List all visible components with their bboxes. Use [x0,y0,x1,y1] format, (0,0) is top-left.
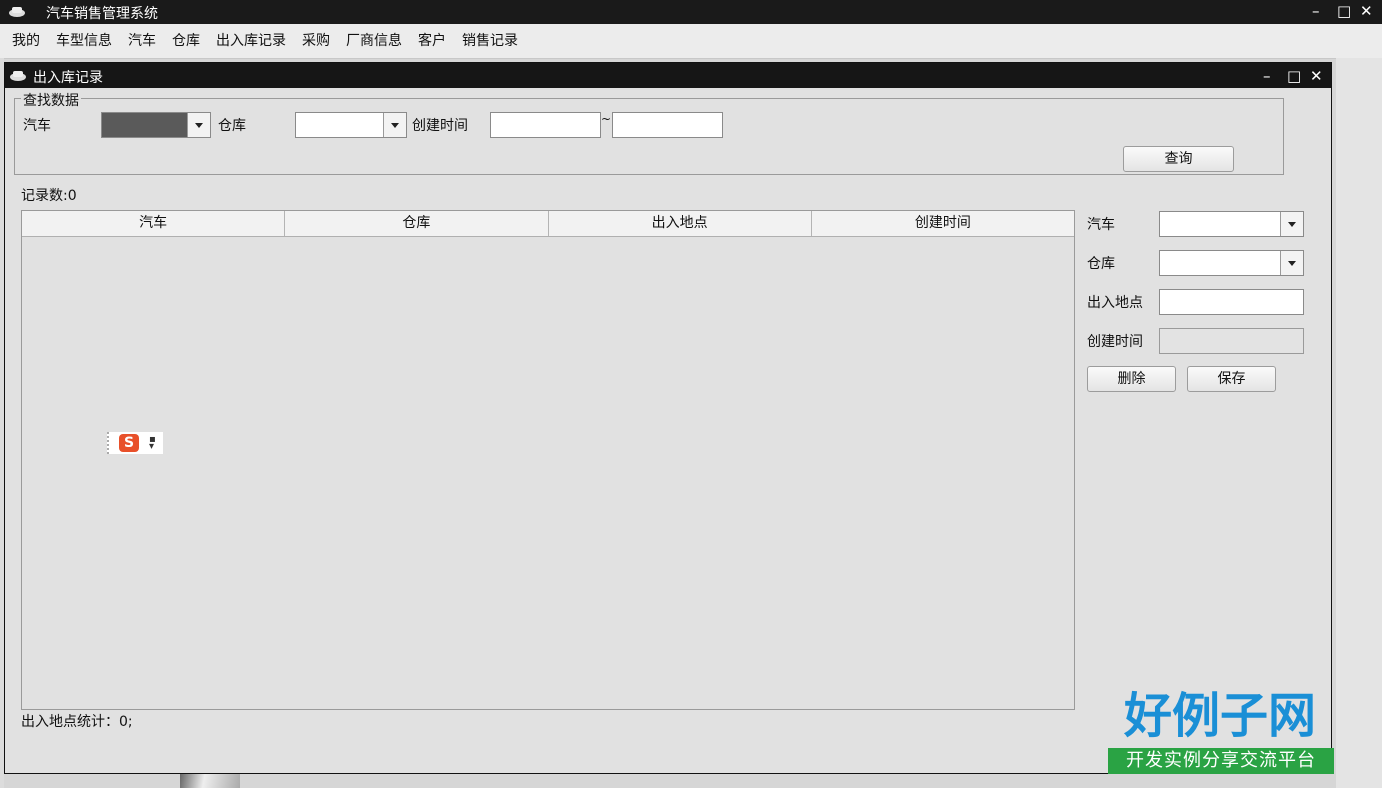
ime-menu-icon[interactable]: ▪ ▾ [149,435,156,452]
delete-button[interactable]: 删除 [1087,366,1176,392]
watermark-title: 好例子网 [1123,688,1316,744]
inner-minimize-button[interactable]: – [1263,67,1271,85]
search-warehouse-label: 仓库 [218,118,246,134]
chevron-down-icon[interactable] [187,113,210,137]
search-car-label: 汽车 [23,118,51,134]
menu-item-mine[interactable]: 我的 [4,24,48,58]
column-header-car[interactable]: 汽车 [22,211,286,236]
column-header-warehouse[interactable]: 仓库 [285,211,549,236]
form-created-input [1159,328,1304,354]
app-title: 汽车销售管理系统 [46,6,158,22]
app-icon [9,7,25,17]
date-range-separator: ~ [601,112,612,126]
column-header-location[interactable]: 出入地点 [549,211,812,236]
desktop-background [180,774,240,788]
record-count: 记录数:0 [21,188,77,204]
chevron-down-icon[interactable] [1280,251,1303,275]
column-header-created[interactable]: 创建时间 [812,211,1074,236]
search-panel: 查找数据 汽车 仓库 创建时间 ~ 查询 [14,90,1284,175]
records-table[interactable]: 汽车 仓库 出入地点 创建时间 [21,210,1075,710]
sogou-ime-icon[interactable]: S [119,434,139,452]
menu-item-purchase[interactable]: 采购 [294,24,338,58]
form-created-label: 创建时间 [1087,334,1143,350]
inner-titlebar: 出入库记录 – □ ✕ [5,63,1331,88]
menu-item-inout-records[interactable]: 出入库记录 [208,24,294,58]
inout-records-window: 出入库记录 – □ ✕ 查找数据 汽车 仓库 创建时间 ~ 查询 记录数:0 汽… [4,62,1332,774]
save-button[interactable]: 保存 [1187,366,1276,392]
menu-item-customer[interactable]: 客户 [410,24,454,58]
app-titlebar: 汽车销售管理系统 – □ ✕ [0,0,1382,24]
inner-body: 查找数据 汽车 仓库 创建时间 ~ 查询 记录数:0 汽车 仓库 出入地点 创建… [7,88,1329,771]
site-watermark: 好例子网 开发实例分享交流平台 [1106,686,1334,778]
close-button[interactable]: ✕ [1360,2,1373,20]
menu-item-cars[interactable]: 汽车 [120,24,164,58]
menu-item-vendor[interactable]: 厂商信息 [338,24,410,58]
form-warehouse-label: 仓库 [1087,256,1115,272]
form-car-select[interactable] [1159,211,1304,237]
ime-toolbar[interactable]: S ▪ ▾ [107,432,163,454]
window-icon [10,71,26,81]
table-header: 汽车 仓库 出入地点 创建时间 [22,211,1074,237]
chevron-down-icon[interactable] [1280,212,1303,236]
form-car-label: 汽车 [1087,217,1115,233]
menu-bar: 我的 车型信息 汽车 仓库 出入库记录 采购 厂商信息 客户 销售记录 [0,24,1382,59]
inner-close-button[interactable]: ✕ [1310,67,1323,85]
maximize-button[interactable]: □ [1337,2,1351,20]
chevron-down-icon[interactable] [383,113,406,137]
menu-item-sales-records[interactable]: 销售记录 [454,24,526,58]
search-warehouse-select[interactable] [295,112,407,138]
minimize-button[interactable]: – [1312,2,1320,20]
watermark-subtitle: 开发实例分享交流平台 [1108,748,1334,774]
search-legend: 查找数据 [21,90,81,110]
query-button[interactable]: 查询 [1123,146,1234,172]
search-created-label: 创建时间 [412,118,468,134]
menu-item-warehouse[interactable]: 仓库 [164,24,208,58]
inner-maximize-button[interactable]: □ [1287,67,1301,85]
location-stats: 出入地点统计：0; [21,714,133,730]
form-location-input[interactable] [1159,289,1304,315]
menu-item-car-models[interactable]: 车型信息 [48,24,120,58]
search-date-end-input[interactable] [612,112,723,138]
desktop-edge-right [1336,58,1382,788]
form-location-label: 出入地点 [1087,295,1143,311]
form-warehouse-select[interactable] [1159,250,1304,276]
search-date-start-input[interactable] [490,112,601,138]
inner-title: 出入库记录 [33,70,103,86]
search-car-select[interactable] [101,112,211,138]
